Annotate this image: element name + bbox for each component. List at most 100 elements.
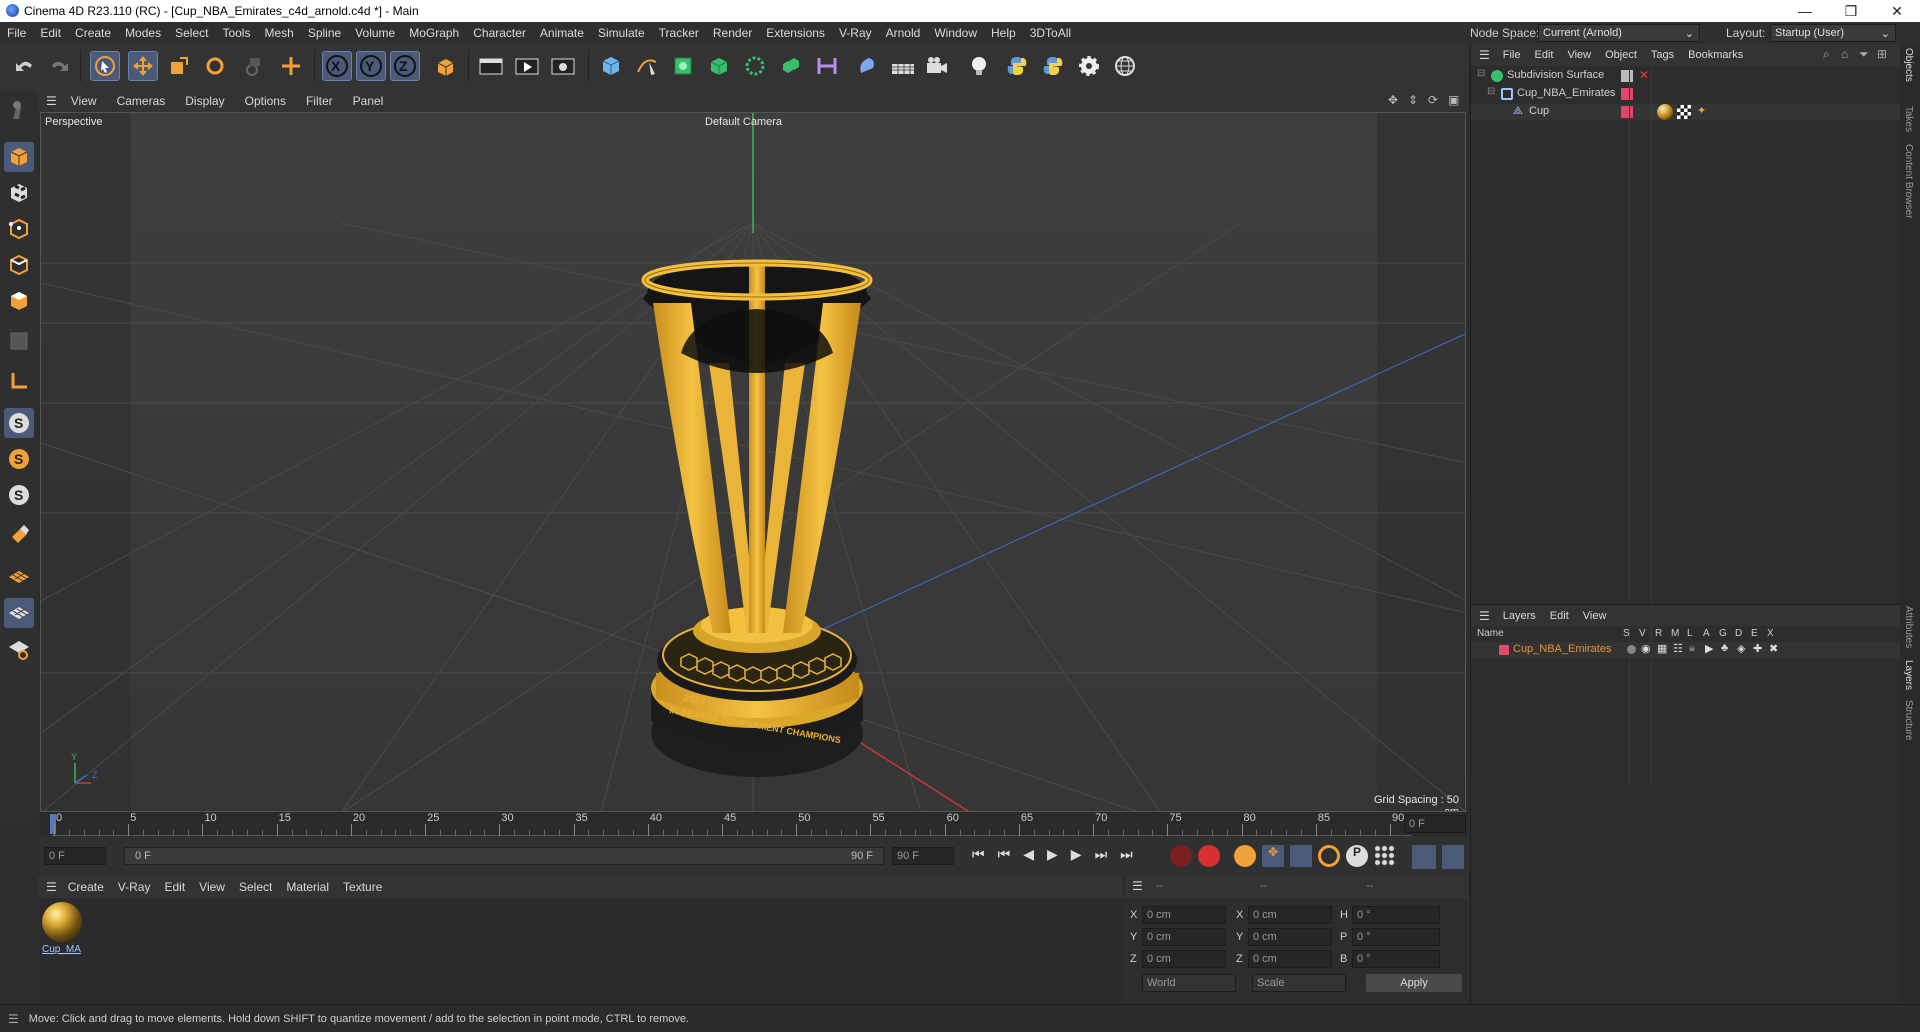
layers-menu-layers[interactable]: Layers	[1496, 610, 1543, 622]
rotation-p-field[interactable]: 0 °	[1352, 928, 1440, 946]
play-icon[interactable]: ▶	[1047, 846, 1058, 863]
objects-menu-bookmarks[interactable]: Bookmarks	[1681, 49, 1750, 61]
solo-hierarchy-button[interactable]: S	[4, 480, 34, 510]
floor-button[interactable]	[888, 51, 918, 81]
live-selection-tool[interactable]	[90, 51, 120, 81]
layer-row[interactable]: Cup_NBA_Emirates ◉ ▦ ☷ 🔒︎ ▶ ♣ ◈ ✚ ✖	[1471, 642, 1901, 658]
size-z-field[interactable]: 0 cm	[1248, 950, 1332, 968]
workplane-button[interactable]	[4, 562, 34, 592]
material-menu-view[interactable]: View	[192, 880, 232, 894]
move-tool[interactable]	[128, 51, 158, 81]
render-settings-button[interactable]	[548, 51, 578, 81]
material-tag-icon[interactable]	[1657, 104, 1673, 120]
transform-tool[interactable]	[276, 51, 306, 81]
next-key-icon[interactable]: ⏭	[1095, 846, 1108, 863]
material-menu-texture[interactable]: Texture	[336, 880, 389, 894]
parameter-key-icon[interactable]: P	[1346, 845, 1368, 867]
object-row-cup-nba[interactable]: ⊟ Cup_NBA_Emirates	[1471, 86, 1901, 102]
menu-animate[interactable]: Animate	[533, 26, 591, 40]
hamburger-menu-icon[interactable]: ☰	[1479, 48, 1490, 62]
go-to-end-icon[interactable]: ⏭	[1120, 846, 1133, 863]
z-axis-lock-button[interactable]: Z	[390, 51, 420, 81]
scale-key-icon[interactable]	[1290, 845, 1312, 867]
preview-range-slider[interactable]: 0 F 90 F	[124, 847, 884, 865]
mograph-fracture-button[interactable]	[776, 51, 806, 81]
layers-menu-view[interactable]: View	[1576, 610, 1614, 622]
autokeying-icon[interactable]	[1198, 845, 1220, 867]
grid-snap-button[interactable]	[4, 598, 34, 628]
layer-generators-icon[interactable]: ♣	[1721, 642, 1728, 654]
objects-menu-tags[interactable]: Tags	[1644, 49, 1681, 61]
menu-tracker[interactable]: Tracker	[652, 26, 706, 40]
viewport-menu-cameras[interactable]: Cameras	[107, 94, 176, 108]
layer-deformers-icon[interactable]: ◈	[1737, 642, 1745, 655]
hamburger-menu-icon[interactable]: ☰	[1132, 879, 1143, 893]
go-to-start-icon[interactable]: ⏮	[972, 846, 985, 863]
collapse-icon[interactable]: ⊟	[1487, 86, 1495, 97]
menu-character[interactable]: Character	[466, 26, 533, 40]
size-x-field[interactable]: 0 cm	[1248, 906, 1332, 924]
keyframe-selection-icon[interactable]	[1234, 845, 1256, 867]
material-swatch[interactable]: Cup_MA	[42, 902, 84, 960]
side-tab-objects[interactable]: Objects	[1903, 48, 1914, 82]
camera-button[interactable]	[922, 51, 952, 81]
python-script-2-button[interactable]	[1038, 51, 1068, 81]
objects-menu-object[interactable]: Object	[1598, 49, 1644, 61]
object-row-subdivision[interactable]: ⊟ Subdivision Surface ✕	[1471, 68, 1901, 84]
timeline-window-icon[interactable]	[1442, 845, 1464, 869]
locked-workplane-button[interactable]	[4, 634, 34, 664]
objects-menu-view[interactable]: View	[1560, 49, 1598, 61]
minimize-button[interactable]: —	[1782, 0, 1828, 22]
previous-frame-icon[interactable]: ◀	[1023, 846, 1034, 863]
axis-mode-button[interactable]	[4, 366, 34, 396]
maximize-button[interactable]: ❐	[1828, 0, 1874, 22]
material-menu-create[interactable]: Create	[61, 880, 111, 894]
layer-animation-icon[interactable]: ▶	[1705, 642, 1713, 655]
layer-solo-icon[interactable]	[1627, 645, 1636, 654]
expand-icon[interactable]: ⊞	[1877, 47, 1887, 61]
viewport-menu-panel[interactable]: Panel	[343, 94, 394, 108]
motion-clip-icon[interactable]	[1412, 845, 1436, 869]
perspective-viewport[interactable]: 2023 IN-SEASON TOURNAMENT CHAMPIONS Y Z …	[40, 112, 1466, 812]
layer-color-swatch[interactable]	[1621, 106, 1633, 118]
extrude-button[interactable]	[704, 51, 734, 81]
viewport-zoom-icon[interactable]: ⇕	[1408, 93, 1418, 107]
menu-simulate[interactable]: Simulate	[591, 26, 652, 40]
next-frame-icon[interactable]: ▶	[1071, 846, 1082, 863]
material-menu-edit[interactable]: Edit	[157, 880, 192, 894]
material-menu-select[interactable]: Select	[232, 880, 279, 894]
layout-select[interactable]: Startup (User) ⌄	[1770, 24, 1896, 42]
menu-spline[interactable]: Spline	[301, 26, 348, 40]
menu-3dtoall[interactable]: 3DToAll	[1023, 26, 1078, 40]
material-menu-vray[interactable]: V-Ray	[111, 880, 158, 894]
menu-window[interactable]: Window	[927, 26, 984, 40]
y-axis-lock-button[interactable]: Y	[356, 51, 386, 81]
material-menu-material[interactable]: Material	[279, 880, 336, 894]
menu-help[interactable]: Help	[984, 26, 1023, 40]
recent-tools-button[interactable]	[240, 51, 270, 81]
side-tab-content-browser[interactable]: Content Browser	[1903, 144, 1914, 218]
uv-mode-button[interactable]	[4, 326, 34, 356]
viewport-menu-view[interactable]: View	[61, 94, 107, 108]
home-icon[interactable]: ⌂	[1841, 47, 1848, 61]
menu-modes[interactable]: Modes	[118, 26, 168, 40]
make-editable-button[interactable]	[4, 96, 34, 126]
menu-tools[interactable]: Tools	[215, 26, 257, 40]
cube-primitive-button[interactable]	[596, 51, 626, 81]
model-mode-button[interactable]	[4, 142, 34, 172]
snap-button[interactable]: S	[4, 408, 34, 438]
menu-volume[interactable]: Volume	[348, 26, 402, 40]
filter-icon[interactable]: ⏷	[1859, 47, 1869, 62]
viewport-rotate-icon[interactable]: ⟳	[1428, 93, 1438, 107]
layer-expressions-icon[interactable]: ✚	[1753, 642, 1762, 655]
coordinate-system-button[interactable]	[430, 51, 460, 81]
viewport-pan-icon[interactable]: ✥	[1388, 93, 1398, 107]
edit-check-icon[interactable]	[1621, 70, 1633, 82]
position-x-field[interactable]: 0 cm	[1142, 906, 1226, 924]
point-mode-button[interactable]	[4, 214, 34, 244]
layer-visible-eye-icon[interactable]: ◉	[1641, 642, 1651, 655]
hamburger-menu-icon[interactable]: ☰	[1479, 609, 1490, 623]
start-frame-field[interactable]: 0 F	[44, 847, 106, 865]
side-tab-attributes[interactable]: Attributes	[1903, 606, 1914, 648]
hamburger-menu-icon[interactable]: ☰	[46, 880, 57, 894]
